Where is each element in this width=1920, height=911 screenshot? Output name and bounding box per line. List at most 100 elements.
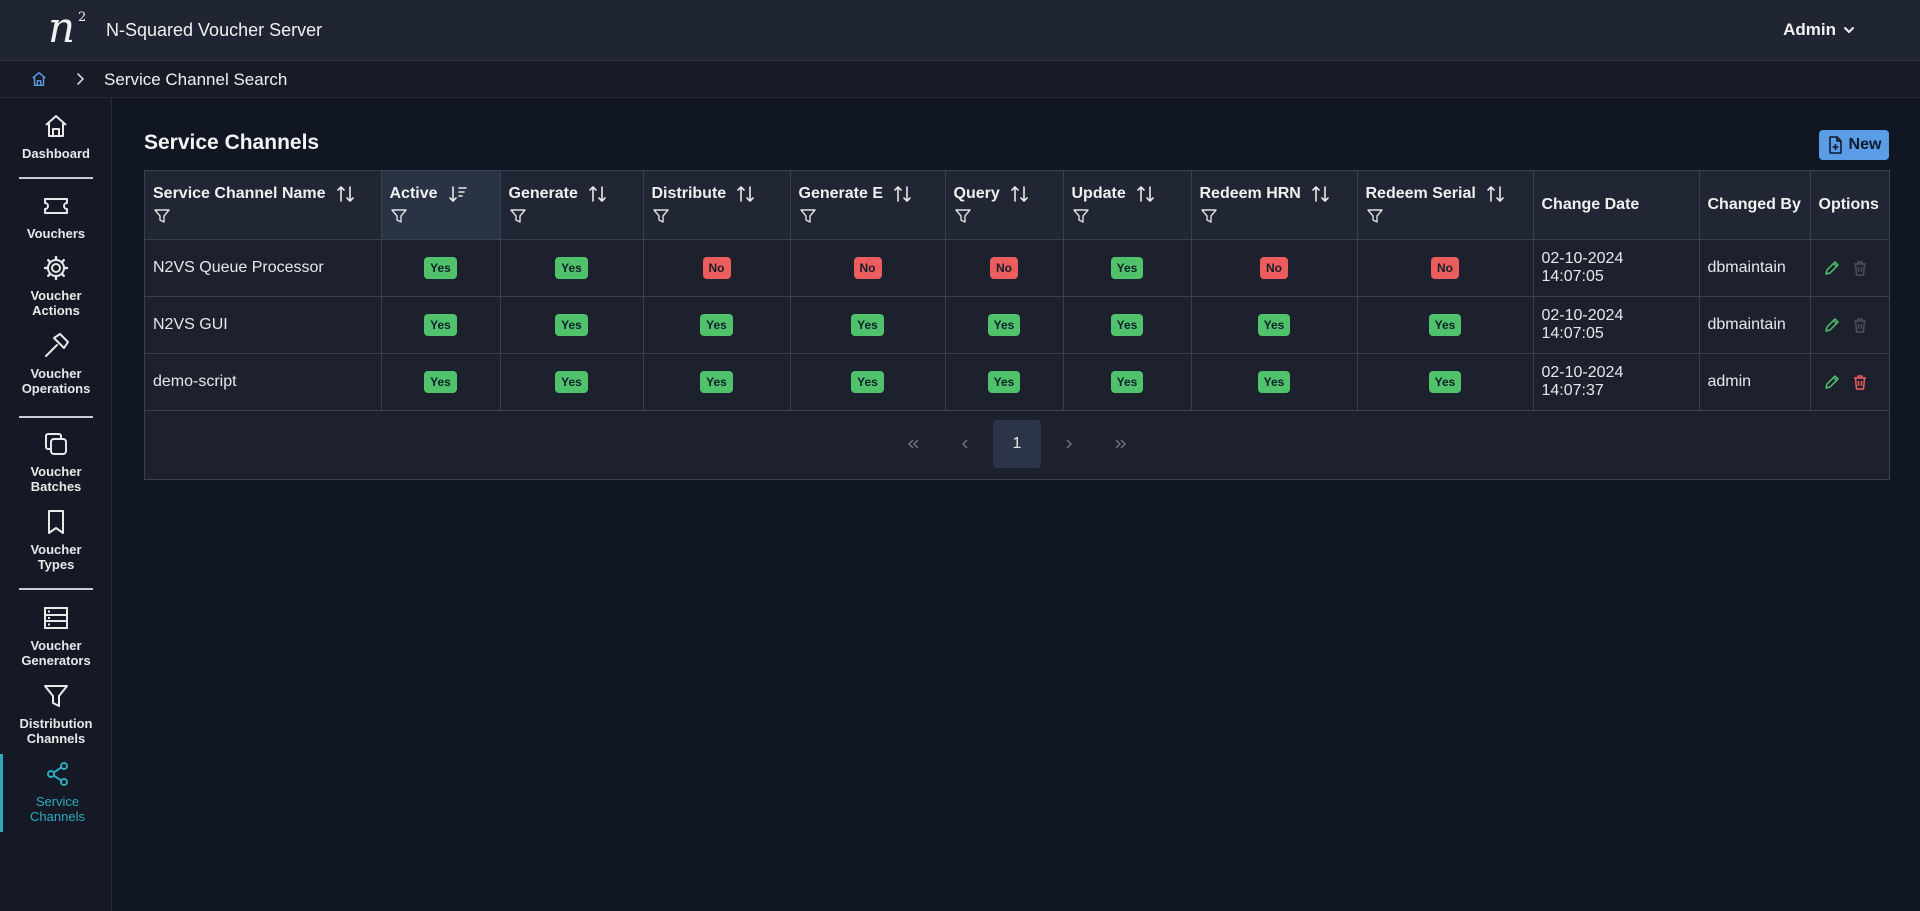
filter-icon[interactable] [1072, 207, 1090, 225]
delete-icon [1853, 317, 1866, 333]
flag-cell: Yes [945, 296, 1064, 354]
sort-icon[interactable] [1311, 185, 1331, 203]
column-header[interactable]: Distribute [643, 171, 791, 240]
sidebar-item-voucher-types[interactable]: Voucher Types [0, 508, 112, 572]
status-badge: Yes [555, 256, 588, 279]
sort-icon[interactable] [588, 185, 608, 203]
table-row[interactable]: N2VS Queue Processor Yes Yes No No No Yes No No 0… [145, 239, 1889, 297]
changed-by: dbmaintain [1699, 296, 1811, 354]
column-header[interactable]: Service Channel Name [145, 171, 382, 240]
sort-icon[interactable] [736, 185, 756, 203]
options-cell [1810, 239, 1889, 297]
sidebar-item-vouchers[interactable]: Vouchers [0, 192, 112, 241]
status-badge: Yes [700, 313, 733, 336]
column-header: Options [1810, 171, 1889, 240]
column-header[interactable]: Redeem HRN [1191, 171, 1358, 240]
sidebar-item-service-channels[interactable]: Service Channels [0, 754, 112, 832]
bookmark-icon [48, 510, 64, 534]
column-header[interactable]: Generate E [790, 171, 946, 240]
flag-cell: Yes [1063, 296, 1192, 354]
sort-icon[interactable] [893, 185, 913, 203]
copy-icon [45, 433, 67, 455]
status-badge: No [1431, 256, 1459, 279]
sidebar-item-label: Vouchers [26, 226, 86, 241]
status-badge: Yes [555, 313, 588, 336]
chevron-left-icon [961, 439, 968, 449]
page-number-button[interactable]: 1 [993, 420, 1041, 468]
sidebar: Dashboard Vouchers Voucher Actions Vouche… [0, 98, 112, 911]
prev-page-button[interactable] [941, 420, 989, 468]
delete-icon [1853, 260, 1866, 276]
filter-icon[interactable] [390, 207, 408, 225]
filter-icon[interactable] [799, 207, 817, 225]
edit-icon[interactable] [1823, 373, 1841, 391]
new-button[interactable]: New [1819, 130, 1889, 160]
status-badge: Yes [1257, 370, 1291, 393]
status-badge: No [1260, 256, 1288, 279]
status-badge: No [702, 256, 731, 279]
status-badge: Yes [1428, 313, 1462, 336]
column-header[interactable]: Redeem Serial [1357, 171, 1534, 240]
filter-icon[interactable] [509, 207, 527, 225]
column-header-label: Update [1071, 184, 1126, 202]
column-header-label: Redeem Serial [1365, 184, 1476, 202]
filter-icon[interactable] [153, 207, 171, 225]
home-icon[interactable] [30, 70, 48, 88]
breadcrumb: Service Channel Search [0, 61, 1920, 98]
status-badge: No [990, 256, 1018, 279]
sidebar-item-label: Voucher Actions [30, 288, 82, 318]
sidebar-item-voucher-generators[interactable]: Voucher Generators [0, 604, 112, 668]
logo[interactable]: n 2 [48, 4, 96, 52]
flag-cell: No [1357, 239, 1534, 297]
filter-icon[interactable] [1366, 207, 1384, 225]
sort-icon[interactable] [1486, 185, 1506, 203]
column-header[interactable]: Update [1063, 171, 1192, 240]
column-header-label: Active [389, 184, 438, 202]
edit-icon[interactable] [1823, 259, 1841, 277]
delete-icon[interactable] [1851, 373, 1869, 391]
sort-icon[interactable] [336, 185, 356, 203]
table-row[interactable]: demo-script Yes Yes Yes Yes Yes Yes Yes Yes 02-10… [145, 353, 1889, 411]
column-header[interactable]: Generate [500, 171, 644, 240]
pagination: 1 [145, 409, 1889, 479]
column-header[interactable]: Active [381, 171, 501, 240]
flag-cell: Yes [381, 239, 501, 297]
change-date: 02-10-2024 14:07:37 [1533, 353, 1700, 411]
sort-icon[interactable] [1010, 185, 1030, 203]
flag-cell: Yes [1191, 296, 1358, 354]
sidebar-item-distribution-channels[interactable]: Distribution Channels [0, 682, 112, 746]
top-bar: n 2 N-Squared Voucher Server Admin [0, 0, 1920, 61]
flag-cell: No [945, 239, 1064, 297]
main-content: Service Channels New Service Channel Nam… [112, 98, 1920, 911]
sidebar-item-voucher-batches[interactable]: Voucher Batches [0, 430, 112, 494]
sidebar-item-label: Voucher Types [30, 542, 82, 572]
user-menu[interactable]: Admin [1783, 20, 1856, 40]
column-header-label: Query [953, 184, 1000, 202]
service-channel-name: N2VS GUI [145, 296, 382, 354]
options-cell [1810, 353, 1889, 411]
sidebar-item-voucher-actions[interactable]: Voucher Actions [0, 254, 112, 318]
sort-desc-icon[interactable] [448, 185, 468, 203]
flag-cell: No [643, 239, 791, 297]
column-header[interactable]: Query [945, 171, 1064, 240]
flag-cell: No [790, 239, 946, 297]
flag-cell: Yes [1063, 239, 1192, 297]
edit-icon[interactable] [1823, 316, 1841, 334]
filter-icon[interactable] [652, 207, 670, 225]
flag-cell: Yes [945, 353, 1064, 411]
filter-icon[interactable] [1200, 207, 1218, 225]
first-page-button[interactable] [889, 420, 937, 468]
table-row[interactable]: N2VS GUI Yes Yes Yes Yes Yes Yes Yes Yes 02-10-20… [145, 296, 1889, 354]
sidebar-item-dashboard[interactable]: Dashboard [0, 112, 112, 161]
next-page-button[interactable] [1045, 420, 1093, 468]
sidebar-item-voucher-operations[interactable]: Voucher Operations [0, 332, 112, 396]
flag-cell: Yes [500, 353, 644, 411]
last-page-button[interactable] [1097, 420, 1145, 468]
sidebar-item-label: Distribution Channels [19, 716, 93, 746]
file-plus-icon [1828, 136, 1842, 154]
filter-icon[interactable] [954, 207, 972, 225]
table-body: N2VS Queue Processor Yes Yes No No No Yes No No 0… [145, 239, 1889, 411]
page-title: Service Channels [144, 131, 320, 154]
status-badge: Yes [1110, 256, 1144, 279]
sort-icon[interactable] [1136, 185, 1156, 203]
